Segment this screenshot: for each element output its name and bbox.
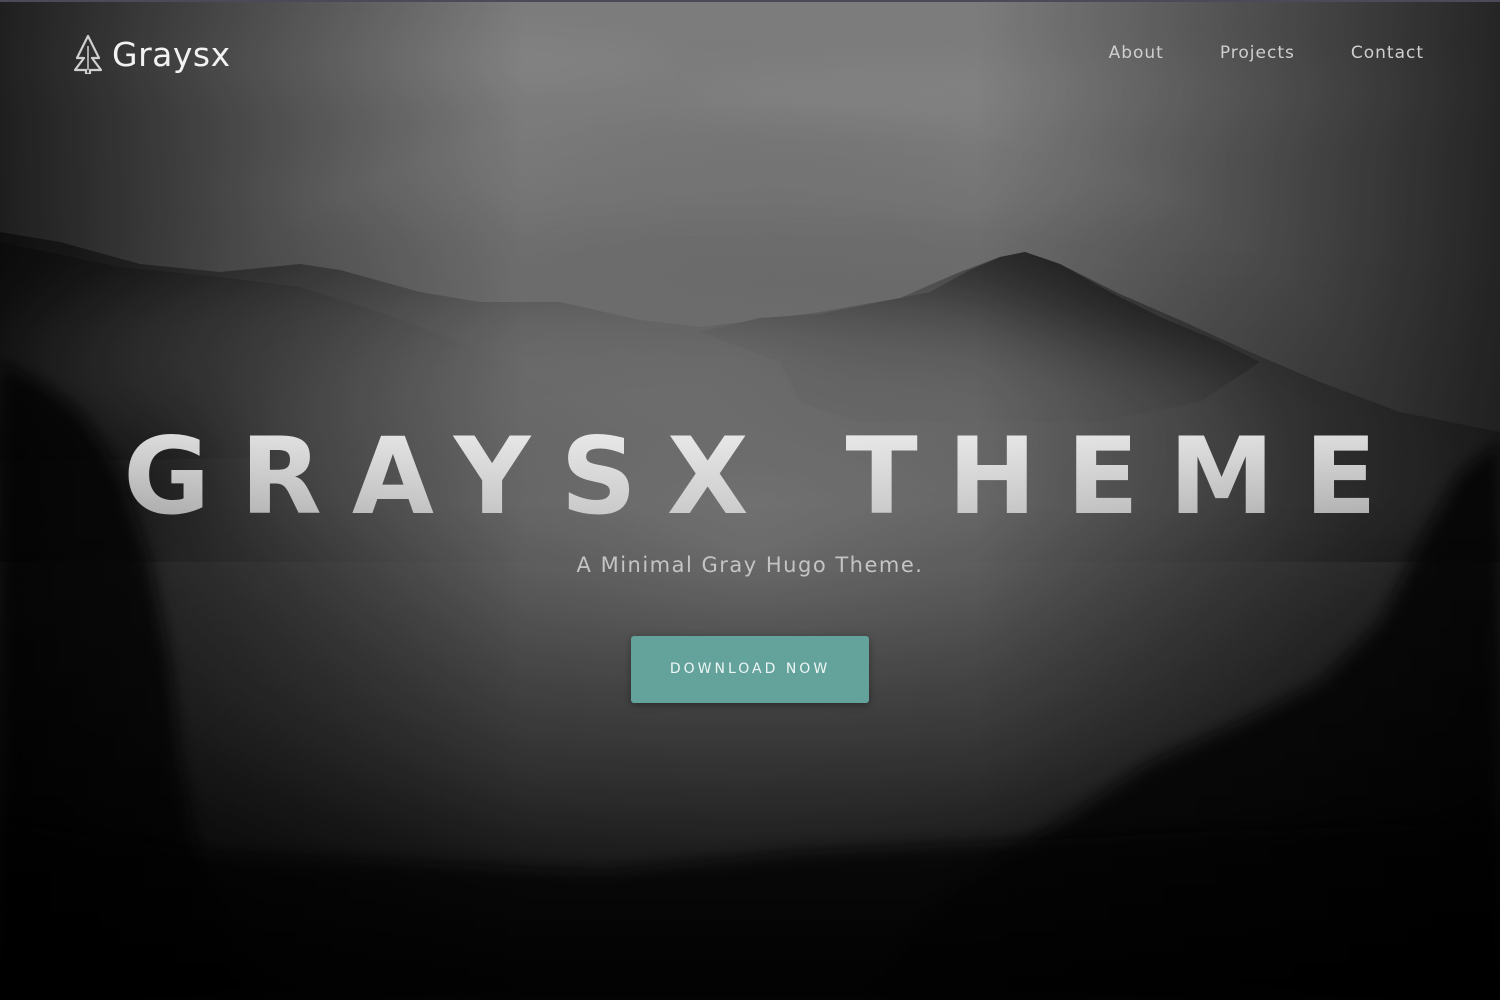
nav-link-projects[interactable]: Projects	[1220, 40, 1295, 66]
brand-link[interactable]: Graysx	[72, 32, 231, 76]
hero-title: GRAYSX THEME	[0, 402, 1500, 552]
navbar: Graysx About Projects Contact	[0, 2, 1500, 102]
nav-link-contact[interactable]: Contact	[1351, 40, 1424, 66]
nav-menu: About Projects Contact	[1053, 40, 1424, 66]
hero-section: GRAYSX THEME A Minimal Gray Hugo Theme. …	[0, 402, 1500, 703]
brand-name: Graysx	[112, 34, 231, 74]
nav-link-about[interactable]: About	[1109, 40, 1164, 66]
hero-subtitle: A Minimal Gray Hugo Theme.	[576, 553, 924, 577]
download-now-button[interactable]: DOWNLOAD NOW	[631, 636, 869, 703]
tree-icon	[73, 34, 103, 74]
page: Graysx About Projects Contact GRAYSX THE…	[0, 0, 1500, 1000]
